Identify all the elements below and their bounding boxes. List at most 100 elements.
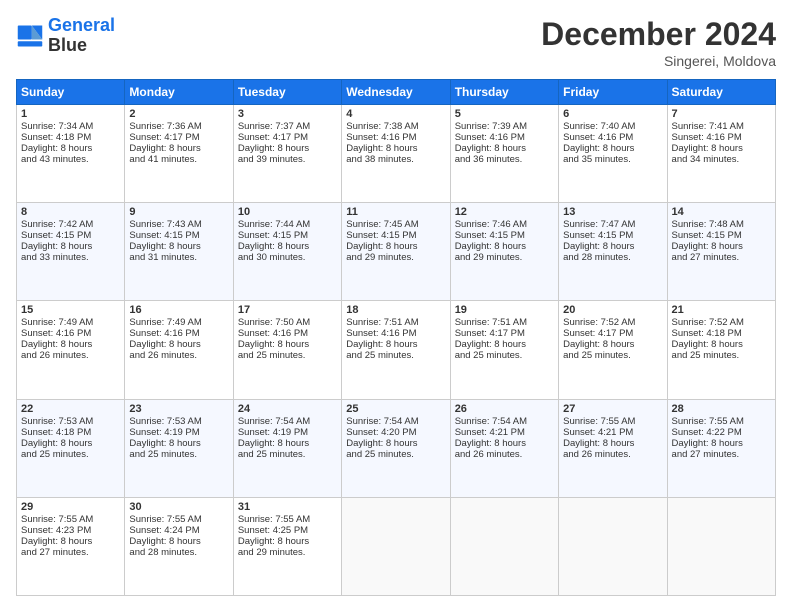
- day-number: 12: [455, 206, 554, 218]
- calendar-cell: 2Sunrise: 7:36 AMSunset: 4:17 PMDaylight…: [125, 105, 233, 203]
- day-info-line: Sunrise: 7:51 AM: [346, 317, 445, 328]
- calendar-cell: 30Sunrise: 7:55 AMSunset: 4:24 PMDayligh…: [125, 497, 233, 595]
- day-info-line: Sunset: 4:16 PM: [21, 328, 120, 339]
- day-number: 4: [346, 108, 445, 120]
- day-info-line: Sunset: 4:16 PM: [346, 328, 445, 339]
- day-number: 29: [21, 501, 120, 513]
- calendar-cell: [450, 497, 558, 595]
- day-info-line: and 34 minutes.: [672, 154, 771, 165]
- day-number: 11: [346, 206, 445, 218]
- day-info-line: Sunset: 4:17 PM: [238, 132, 337, 143]
- day-info-line: and 25 minutes.: [21, 449, 120, 460]
- weekday-header-thursday: Thursday: [450, 80, 558, 105]
- day-info-line: Daylight: 8 hours: [129, 339, 228, 350]
- day-info-line: Sunrise: 7:52 AM: [672, 317, 771, 328]
- calendar-cell: 23Sunrise: 7:53 AMSunset: 4:19 PMDayligh…: [125, 399, 233, 497]
- calendar-week-5: 29 Sunrise: 7:55 AM Sunset: 4:23 PM Dayligh…: [17, 497, 776, 595]
- calendar-cell: [559, 497, 667, 595]
- logo: General Blue: [16, 16, 115, 56]
- day-info-line: Sunrise: 7:55 AM: [238, 514, 337, 525]
- day-info-line: Sunset: 4:18 PM: [21, 427, 120, 438]
- day-info-line: and 25 minutes.: [563, 350, 662, 361]
- day-info-line: Sunrise: 7:54 AM: [455, 416, 554, 427]
- day-number: 9: [129, 206, 228, 218]
- calendar-cell: 28Sunrise: 7:55 AMSunset: 4:22 PMDayligh…: [667, 399, 775, 497]
- calendar-cell: 17Sunrise: 7:50 AMSunset: 4:16 PMDayligh…: [233, 301, 341, 399]
- day-info-line: Daylight: 8 hours: [238, 339, 337, 350]
- calendar-cell: 26Sunrise: 7:54 AMSunset: 4:21 PMDayligh…: [450, 399, 558, 497]
- header: General Blue December 2024 Singerei, Mol…: [16, 16, 776, 69]
- calendar-cell: 15Sunrise: 7:49 AMSunset: 4:16 PMDayligh…: [17, 301, 125, 399]
- day-info-line: Daylight: 8 hours: [238, 536, 337, 547]
- calendar-cell: 18Sunrise: 7:51 AMSunset: 4:16 PMDayligh…: [342, 301, 450, 399]
- day-info-line: Daylight: 8 hours: [563, 339, 662, 350]
- day-info-line: Sunset: 4:23 PM: [21, 525, 120, 536]
- day-info-line: Daylight: 8 hours: [563, 438, 662, 449]
- day-info-line: Daylight: 8 hours: [455, 143, 554, 154]
- day-info-line: Sunset: 4:16 PM: [455, 132, 554, 143]
- day-info-line: and 33 minutes.: [21, 252, 120, 263]
- day-info-line: Sunrise: 7:51 AM: [455, 317, 554, 328]
- day-info-line: Sunrise: 7:39 AM: [455, 121, 554, 132]
- day-info-line: Sunset: 4:15 PM: [455, 230, 554, 241]
- day-info-line: Daylight: 8 hours: [563, 241, 662, 252]
- day-info-line: Sunset: 4:18 PM: [672, 328, 771, 339]
- day-info-line: Sunrise: 7:42 AM: [21, 219, 120, 230]
- day-info-line: and 29 minutes.: [455, 252, 554, 263]
- day-info-line: Daylight: 8 hours: [129, 536, 228, 547]
- calendar-cell: 8Sunrise: 7:42 AMSunset: 4:15 PMDaylight…: [17, 203, 125, 301]
- day-info-line: Daylight: 8 hours: [346, 143, 445, 154]
- calendar-body: 1Sunrise: 7:34 AMSunset: 4:18 PMDaylight…: [17, 105, 776, 596]
- calendar-week-1: 1Sunrise: 7:34 AMSunset: 4:18 PMDaylight…: [17, 105, 776, 203]
- day-info-line: Sunrise: 7:36 AM: [129, 121, 228, 132]
- logo-text: General Blue: [48, 16, 115, 56]
- day-info-line: Sunset: 4:18 PM: [21, 132, 120, 143]
- day-info-line: Daylight: 8 hours: [672, 339, 771, 350]
- day-info-line: and 25 minutes.: [455, 350, 554, 361]
- day-info-line: Daylight: 8 hours: [238, 143, 337, 154]
- calendar-cell: 5Sunrise: 7:39 AMSunset: 4:16 PMDaylight…: [450, 105, 558, 203]
- day-number: 14: [672, 206, 771, 218]
- calendar-cell: 4Sunrise: 7:38 AMSunset: 4:16 PMDaylight…: [342, 105, 450, 203]
- day-info-line: Sunrise: 7:41 AM: [672, 121, 771, 132]
- calendar-cell: 7Sunrise: 7:41 AMSunset: 4:16 PMDaylight…: [667, 105, 775, 203]
- day-info-line: and 38 minutes.: [346, 154, 445, 165]
- day-info-line: and 26 minutes.: [563, 449, 662, 460]
- day-number: 19: [455, 304, 554, 316]
- day-number: 18: [346, 304, 445, 316]
- day-info-line: Sunrise: 7:52 AM: [563, 317, 662, 328]
- day-info-line: Sunset: 4:22 PM: [672, 427, 771, 438]
- day-info-line: and 25 minutes.: [346, 350, 445, 361]
- day-number: 10: [238, 206, 337, 218]
- day-info-line: and 41 minutes.: [129, 154, 228, 165]
- calendar-table: SundayMondayTuesdayWednesdayThursdayFrid…: [16, 79, 776, 596]
- day-info-line: Sunset: 4:25 PM: [238, 525, 337, 536]
- calendar-cell: 29Sunrise: 7:55 AMSunset: 4:23 PMDayligh…: [17, 497, 125, 595]
- day-info-line: and 25 minutes.: [129, 449, 228, 460]
- day-number: 6: [563, 108, 662, 120]
- weekday-header-friday: Friday: [559, 80, 667, 105]
- day-info-line: Sunset: 4:16 PM: [346, 132, 445, 143]
- day-info-line: Sunrise: 7:48 AM: [672, 219, 771, 230]
- day-info-line: and 35 minutes.: [563, 154, 662, 165]
- weekday-header-sunday: Sunday: [17, 80, 125, 105]
- day-number: 24: [238, 403, 337, 415]
- weekday-header-row: SundayMondayTuesdayWednesdayThursdayFrid…: [17, 80, 776, 105]
- day-number: 25: [346, 403, 445, 415]
- calendar-week-3: 15Sunrise: 7:49 AMSunset: 4:16 PMDayligh…: [17, 301, 776, 399]
- day-info-line: and 26 minutes.: [21, 350, 120, 361]
- day-info-line: Sunrise: 7:53 AM: [129, 416, 228, 427]
- day-number: 8: [21, 206, 120, 218]
- day-info-line: Sunrise: 7:43 AM: [129, 219, 228, 230]
- day-info-line: Sunrise: 7:46 AM: [455, 219, 554, 230]
- calendar-cell: 11Sunrise: 7:45 AMSunset: 4:15 PMDayligh…: [342, 203, 450, 301]
- day-number: 30: [129, 501, 228, 513]
- day-info-line: Daylight: 8 hours: [672, 438, 771, 449]
- day-info-line: and 27 minutes.: [672, 449, 771, 460]
- day-info-line: Sunrise: 7:38 AM: [346, 121, 445, 132]
- day-info-line: Sunset: 4:15 PM: [672, 230, 771, 241]
- location: Singerei, Moldova: [541, 53, 776, 69]
- weekday-header-monday: Monday: [125, 80, 233, 105]
- day-number: 20: [563, 304, 662, 316]
- day-info-line: Sunrise: 7:55 AM: [672, 416, 771, 427]
